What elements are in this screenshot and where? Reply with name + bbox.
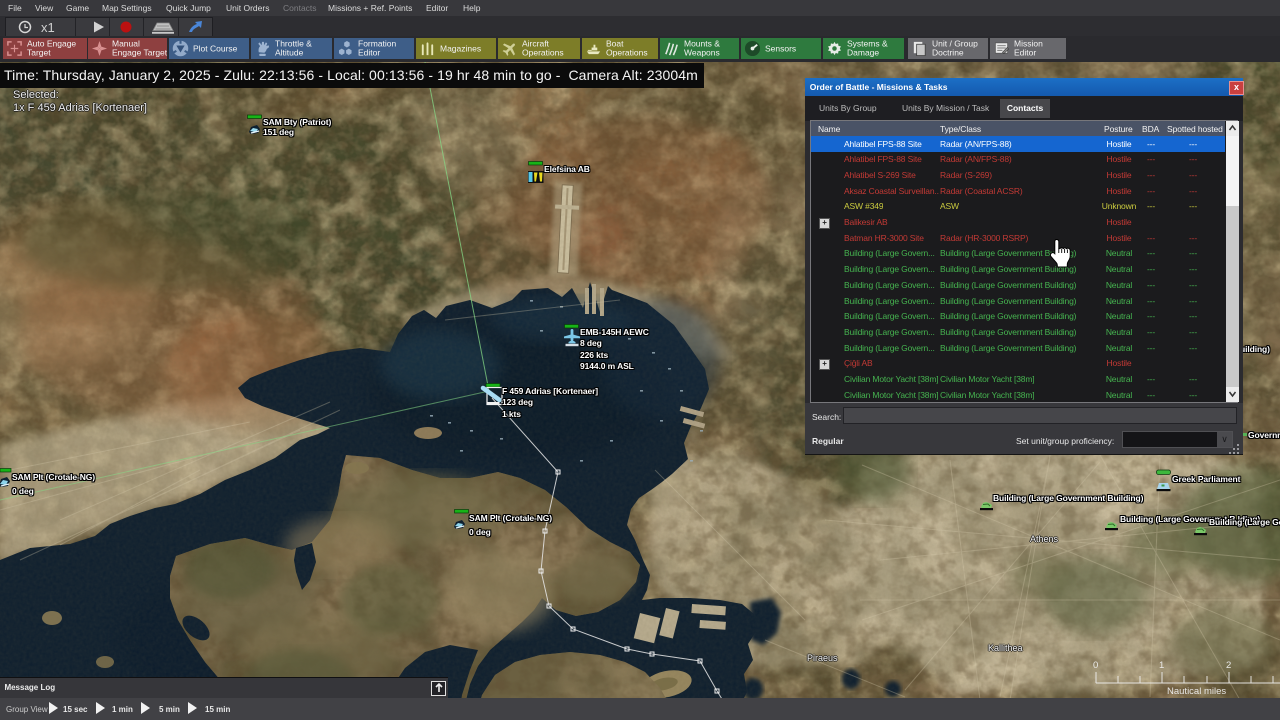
svg-text:2: 2 [1226, 660, 1231, 671]
svg-text:0: 0 [1093, 660, 1098, 671]
svg-text:1: 1 [1159, 660, 1164, 671]
svg-text:Nautical miles: Nautical miles [1167, 686, 1226, 697]
svg-text:x1: x1 [41, 20, 55, 35]
